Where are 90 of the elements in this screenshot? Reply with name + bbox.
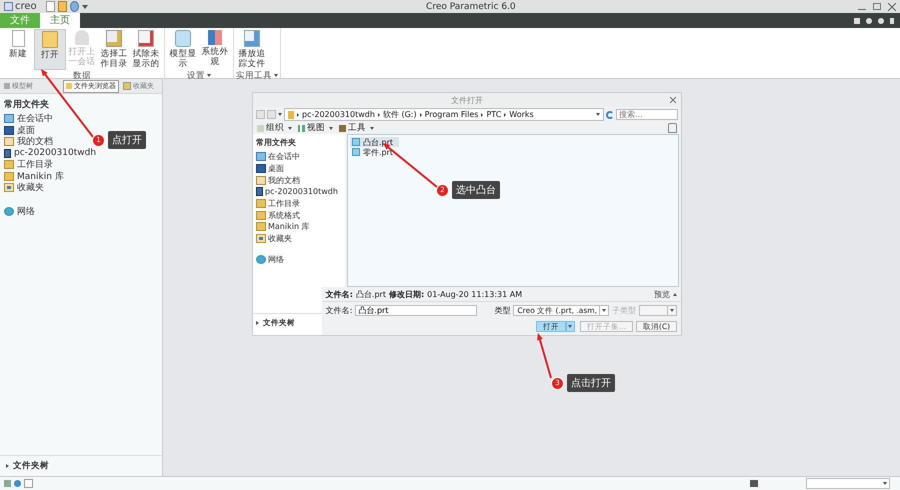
network-icon xyxy=(4,206,14,216)
toolbar-menu[interactable]: 视图 xyxy=(298,122,333,134)
filename-field[interactable]: 凸台.prt xyxy=(355,305,478,316)
caret-icon xyxy=(288,126,292,130)
callout-label: 点击打开 xyxy=(567,374,615,392)
caret-icon xyxy=(329,126,333,130)
chevron-icon xyxy=(481,112,484,116)
folder-list-item[interactable]: pc-20200310twdh xyxy=(0,148,100,159)
ribbon-button[interactable]: 新建 xyxy=(2,29,34,70)
section-heading: 常用文件夹 xyxy=(255,137,297,149)
field-label: 子类型 xyxy=(612,305,636,316)
desktop-icon xyxy=(256,164,266,174)
caret-icon xyxy=(370,126,374,130)
window-title: Creo Parametric 6.0 xyxy=(425,2,517,12)
caret-icon[interactable] xyxy=(673,292,677,296)
callout-label: 点打开 xyxy=(108,131,146,149)
chevron-icon xyxy=(504,112,506,116)
preview-toggle[interactable]: 预览 xyxy=(654,288,670,300)
tool-icon xyxy=(257,124,264,132)
path-segment[interactable]: Program Files xyxy=(424,110,478,119)
folder-list-item[interactable]: 在会话中 xyxy=(0,113,57,124)
desktop-icon xyxy=(4,126,14,135)
section-heading: 常用文件夹 xyxy=(3,98,50,112)
info-value: 01-Aug-20 11:13:31 AM xyxy=(427,290,522,298)
ribbon-button[interactable]: 播放追踪文件 xyxy=(236,29,268,70)
expand-arrow-icon xyxy=(256,321,259,325)
folder-list-item[interactable]: 收藏夹 xyxy=(253,232,345,244)
field-label: 文件名: xyxy=(326,305,352,316)
filter-dropdown[interactable] xyxy=(806,478,890,489)
folder-list-item[interactable]: 我的文档 xyxy=(0,136,57,148)
subtype-dropdown[interactable] xyxy=(639,305,677,316)
ribbon-button[interactable]: 打开 xyxy=(34,29,66,70)
expand-arrow-icon xyxy=(6,464,9,468)
checkbox-icon[interactable] xyxy=(24,479,33,488)
new-file-icon[interactable] xyxy=(46,1,55,12)
ribbon-button[interactable]: 拭除未显示的 xyxy=(130,29,162,70)
search-field[interactable]: 搜索... xyxy=(616,109,678,120)
folder-icon xyxy=(288,110,294,118)
ribbon-button[interactable]: 选择工作目录 xyxy=(98,29,130,70)
monitor-icon xyxy=(256,152,266,162)
close-icon[interactable] xyxy=(670,97,676,103)
document-folder-icon xyxy=(4,137,14,146)
group-label: 数据 xyxy=(73,70,91,82)
toolbar-menu[interactable]: 工具 xyxy=(339,122,374,134)
chevron-icon xyxy=(378,112,380,116)
info-label: 修改日期: xyxy=(388,288,424,300)
ribbon-button[interactable]: 系统外观 xyxy=(199,29,231,70)
folder-list-item[interactable]: 桌面 xyxy=(253,162,345,174)
network-icon xyxy=(256,254,266,264)
session-icon xyxy=(75,30,89,45)
folder-list-item[interactable]: Manikin 库 xyxy=(253,221,345,233)
folder-list-item[interactable]: 工作目录 xyxy=(253,198,345,210)
field-label: 类型 xyxy=(494,305,510,316)
caret-icon[interactable] xyxy=(596,113,600,116)
folder-list-item[interactable]: 收藏夹 xyxy=(0,182,48,194)
folder-list-item[interactable]: Manikin 库 xyxy=(0,170,68,182)
path-segment[interactable]: Works xyxy=(509,110,534,119)
caret-icon[interactable] xyxy=(82,4,88,8)
folder-icon[interactable] xyxy=(58,1,67,12)
ribbon-tab[interactable]: 主页 xyxy=(40,13,80,28)
tool-icon xyxy=(339,124,346,132)
path-segment[interactable]: pc-20200310twdh xyxy=(302,110,375,119)
folder-list-item[interactable]: 工作目录 xyxy=(0,159,57,170)
folder-list-item[interactable]: 我的文档 xyxy=(253,174,345,186)
info-label: 文件名: xyxy=(326,288,353,300)
chevron-icon xyxy=(420,112,422,116)
ribbon-button[interactable]: 模型显示 xyxy=(167,29,199,70)
path-segment[interactable]: PTC xyxy=(486,110,502,119)
open-folder-icon xyxy=(42,31,58,48)
folder-list-item[interactable]: pc-20200310twdh xyxy=(253,186,345,198)
toolbar-menu[interactable]: 组织 xyxy=(257,122,292,134)
document-folder-icon xyxy=(256,176,266,185)
tool-icon xyxy=(298,124,305,132)
refresh-icon[interactable] xyxy=(606,110,614,118)
info-value: 凸台.prt xyxy=(356,288,386,300)
monitor-icon xyxy=(4,114,14,124)
restore-icon[interactable] xyxy=(873,3,881,10)
pointer-arrow xyxy=(537,333,552,378)
color-squares-icon xyxy=(208,30,222,45)
address-bar[interactable]: pc-20200310twdh 软件 (G:) Program Files PTC Works xyxy=(284,108,604,121)
dialog-title: 文件打开 xyxy=(451,94,483,106)
folder-list-item[interactable]: 网络 xyxy=(253,254,345,266)
folder-list-item[interactable]: 在会话中 xyxy=(253,151,345,163)
path-segment[interactable]: 软件 (G:) xyxy=(382,109,417,120)
folder-list-item[interactable]: 系统格式 xyxy=(253,209,345,222)
app-logo: creo xyxy=(4,1,37,12)
folder-list-item[interactable]: 网络 xyxy=(0,206,39,217)
close-icon[interactable] xyxy=(888,2,896,10)
folder-list-item[interactable]: 桌面 xyxy=(0,124,39,136)
callout-label: 选中凸台 xyxy=(452,181,500,199)
